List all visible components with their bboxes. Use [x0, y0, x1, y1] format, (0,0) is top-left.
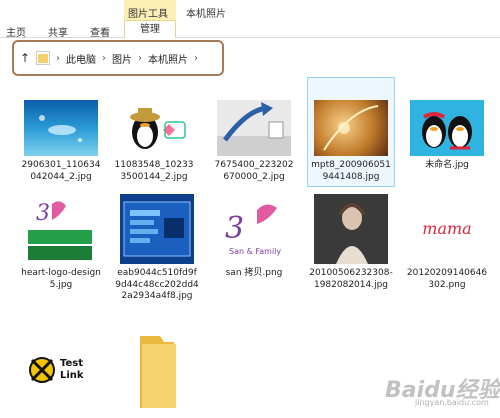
- thumbnail-mama: mama: [410, 194, 484, 264]
- watermark-url: jingyan.baidu.com: [415, 398, 489, 407]
- folder-thumbnail: [120, 330, 194, 410]
- chevron-right-icon: ›: [194, 52, 198, 64]
- abstract-art-icon: [323, 105, 379, 151]
- file-item-selected[interactable]: mpt8_2009060519441408.jpg: [309, 100, 393, 183]
- file-item[interactable]: 3 heart-logo-design5.jpg: [19, 194, 103, 291]
- svg-text:3: 3: [225, 211, 244, 246]
- file-name: 20100506232308-1982082014.jpg: [309, 268, 393, 290]
- file-name: 2906301_110634042044_2.jpg: [21, 160, 101, 182]
- tab-manage[interactable]: 管理: [124, 20, 176, 38]
- thumbnail-art: [314, 100, 388, 156]
- portrait-icon: [336, 203, 368, 264]
- file-name: 20120209140646302.png: [406, 268, 488, 290]
- thumbnail-testlink: Test Link: [24, 338, 98, 394]
- tab-share[interactable]: 共享: [48, 24, 68, 39]
- chevron-right-icon: ›: [102, 52, 106, 64]
- folder-icon: [140, 336, 176, 408]
- thumbnail-qq: [410, 100, 484, 156]
- thumbnail-tech: [217, 100, 291, 156]
- mama-text: mama: [422, 219, 471, 238]
- picture-tools-label: 图片工具: [128, 9, 168, 20]
- file-name: heart-logo-design5.jpg: [21, 268, 101, 290]
- breadcrumb-this-pc[interactable]: 此电脑: [66, 51, 96, 66]
- mama-text-icon: mama: [422, 219, 471, 238]
- file-name: mpt8_2009060519441408.jpg: [311, 160, 391, 182]
- address-bar-highlight: ↑ › 此电脑 › 图片 › 本机照片 ›: [12, 40, 224, 76]
- heart-logo-icon: 3: [28, 201, 92, 260]
- folder-item[interactable]: [115, 330, 199, 410]
- address-box: [36, 51, 50, 65]
- window-screenshot-icon: [123, 201, 191, 257]
- svg-text:3: 3: [36, 201, 50, 226]
- file-item[interactable]: 未命名.jpg: [405, 100, 489, 172]
- breadcrumb-pictures[interactable]: 图片: [112, 51, 132, 66]
- file-item[interactable]: 3 San & Family san 拷贝.png: [212, 194, 296, 280]
- file-item[interactable]: 11083548_102333500144_2.jpg: [112, 100, 196, 183]
- folder-icon: [38, 53, 48, 63]
- file-item[interactable]: 2906301_110634042044_2.jpg: [19, 100, 103, 183]
- ribbon: 主页 共享 查看 图片工具 管理 本机照片: [0, 0, 500, 39]
- address-bar[interactable]: ↑ › 此电脑 › 图片 › 本机照片 ›: [18, 49, 218, 67]
- chevron-right-icon: ›: [56, 52, 60, 64]
- file-item[interactable]: Test Link: [19, 338, 103, 394]
- up-arrow-icon[interactable]: ↑: [18, 51, 32, 65]
- thumbnail-screen: [120, 194, 194, 264]
- file-item[interactable]: mama 20120209140646302.png: [405, 194, 489, 291]
- breadcrumb-local-photos[interactable]: 本机照片: [148, 51, 188, 66]
- thumbnail-sea: [24, 100, 98, 156]
- family-logo-icon: 3 San & Family: [225, 204, 281, 256]
- file-name: san 拷贝.png: [225, 268, 283, 278]
- arrow-graphic-icon: [217, 102, 291, 156]
- penguin-icon: [130, 108, 186, 149]
- file-name: 7675400_223202670000_2.jpg: [214, 160, 294, 182]
- family-text: San & Family: [229, 247, 281, 256]
- dolphin-icon: [39, 115, 82, 142]
- chevron-right-icon: ›: [138, 52, 142, 64]
- file-item[interactable]: 7675400_223202670000_2.jpg: [212, 100, 296, 183]
- penguin-icon: [422, 112, 472, 150]
- file-name: 未命名.jpg: [425, 160, 469, 170]
- tab-view[interactable]: 查看: [90, 24, 110, 39]
- thumbnail-penguin: [117, 100, 191, 156]
- file-name: eab9044c510fd9f9d44c48cc202dd42a2934a4f8…: [115, 268, 199, 301]
- tab-home[interactable]: 主页: [6, 24, 26, 39]
- file-name: 11083548_102333500144_2.jpg: [114, 160, 194, 182]
- thumbnail-san-family: 3 San & Family: [217, 194, 291, 264]
- thumbnail-heart-logo: 3: [24, 194, 98, 264]
- testlink-text: Test Link: [60, 358, 84, 381]
- thumbnail-lady: [314, 194, 388, 264]
- file-item[interactable]: 20100506232308-1982082014.jpg: [309, 194, 393, 291]
- window-title: 本机照片: [186, 9, 226, 20]
- file-item[interactable]: eab9044c510fd9f9d44c48cc202dd42a2934a4f8…: [115, 194, 199, 303]
